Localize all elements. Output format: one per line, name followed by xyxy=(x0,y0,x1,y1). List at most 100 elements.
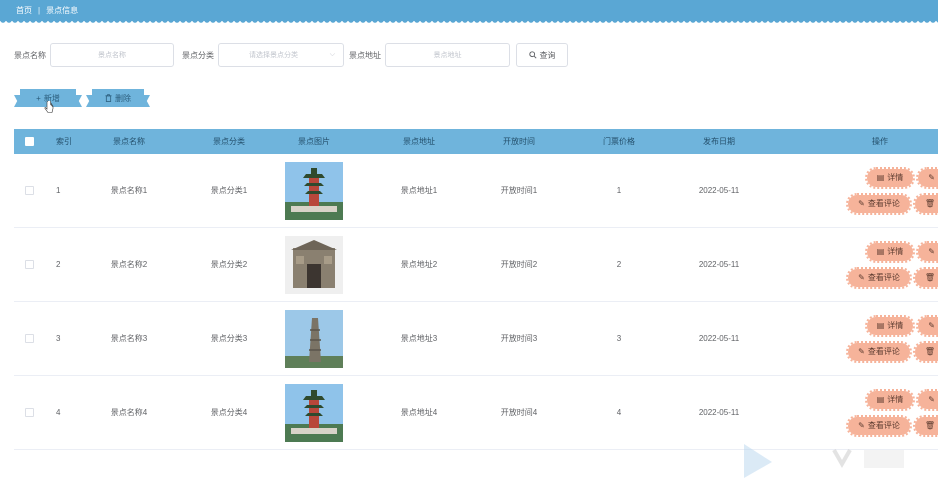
detail-button[interactable]: ▤ 详情 xyxy=(864,166,916,189)
cell-date: 2022-05-11 xyxy=(698,260,740,269)
cell-ops: ▤详情 ✎修改 ✎查看评论 🗑删除 xyxy=(754,314,938,363)
select-all-checkbox[interactable] xyxy=(14,137,44,146)
cell-open-time: 开放时间1 xyxy=(500,186,538,195)
pencil-icon: ✎ xyxy=(858,347,865,356)
row-checkbox[interactable] xyxy=(14,408,44,417)
row-checkbox[interactable] xyxy=(14,186,44,195)
cell-open-time: 开放时间4 xyxy=(500,408,538,417)
trash-icon: 🗑 xyxy=(924,421,935,430)
category-placeholder: 请选择景点分类 xyxy=(249,52,298,59)
header-open-time: 开放时间 xyxy=(503,137,535,146)
row-delete-button[interactable]: 🗑删除 xyxy=(912,340,938,363)
name-input[interactable]: 景点名称 xyxy=(50,43,174,67)
document-icon: ▤ xyxy=(876,395,885,404)
cell-price: 3 xyxy=(616,334,622,343)
cell-address: 景点地址1 xyxy=(400,186,438,195)
row-delete-button[interactable]: 🗑删除 xyxy=(912,414,938,437)
trash-icon: 🗑 xyxy=(924,199,935,208)
cell-index: 3 xyxy=(56,334,61,343)
stone-tower-photo-icon[interactable] xyxy=(285,309,343,368)
name-placeholder: 景点名称 xyxy=(98,52,126,59)
detail-button[interactable]: ▤ 详情 xyxy=(864,314,916,337)
search-icon xyxy=(528,51,537,59)
table-row: 2 景点名称2 景点分类2 景点地址2 开放时间2 2 2022-05-11 ▤… xyxy=(14,228,938,302)
document-icon: ▤ xyxy=(876,173,885,182)
review-label: 查看评论 xyxy=(867,199,900,208)
query-button[interactable]: 查询 xyxy=(516,43,568,67)
detail-button[interactable]: ▤ 详情 xyxy=(864,240,916,263)
header-index: 索引 xyxy=(56,137,72,146)
header-ops: 操作 xyxy=(872,137,888,146)
plus-icon: + xyxy=(36,93,41,103)
header-category: 景点分类 xyxy=(213,137,245,146)
cell-category: 景点分类2 xyxy=(210,260,248,269)
document-icon: ▤ xyxy=(876,247,885,256)
row-delete-button[interactable]: 🗑删除 xyxy=(912,266,938,289)
cell-address: 景点地址2 xyxy=(400,260,438,269)
cell-price: 2 xyxy=(616,260,622,269)
view-reviews-button[interactable]: ✎ 查看评论 xyxy=(846,414,912,437)
category-label: 景点分类 xyxy=(182,50,214,60)
edit-button[interactable]: ✎修改 xyxy=(916,388,938,411)
cell-image xyxy=(274,235,354,294)
header-image: 景点图片 xyxy=(298,137,330,146)
pencil-icon: ✎ xyxy=(858,421,865,430)
detail-label: 详情 xyxy=(887,247,904,256)
edit-button[interactable]: ✎修改 xyxy=(916,240,938,263)
header-name: 景点名称 xyxy=(113,137,145,146)
review-label: 查看评论 xyxy=(867,421,900,430)
row-checkbox[interactable] xyxy=(14,334,44,343)
cell-date: 2022-05-11 xyxy=(698,334,740,343)
edit-button[interactable]: ✎修改 xyxy=(916,314,938,337)
pencil-icon: ✎ xyxy=(928,173,935,182)
trash-icon: 🗑 xyxy=(924,273,935,282)
cell-date: 2022-05-11 xyxy=(698,186,740,195)
cell-date: 2022-05-11 xyxy=(698,408,740,417)
cell-ops: ▤详情 ✎修改 ✎查看评论 🗑删除 xyxy=(754,240,938,289)
detail-label: 详情 xyxy=(887,395,904,404)
cell-open-time: 开放时间2 xyxy=(500,260,538,269)
cell-price: 4 xyxy=(616,408,622,417)
query-label: 查询 xyxy=(539,50,556,60)
table-row: 3 景点名称3 景点分类3 景点地址3 开放时间3 3 2022-05-11 ▤… xyxy=(14,302,938,376)
pagoda-photo-icon[interactable] xyxy=(285,161,343,220)
view-reviews-button[interactable]: ✎ 查看评论 xyxy=(846,192,912,215)
pencil-icon: ✎ xyxy=(858,273,865,282)
cell-price: 1 xyxy=(616,186,622,195)
hand-cursor-icon xyxy=(44,101,54,113)
cell-address: 景点地址3 xyxy=(400,334,438,343)
delete-button[interactable]: 删除 xyxy=(92,89,144,107)
edit-button[interactable]: ✎修改 xyxy=(916,166,938,189)
pencil-icon: ✎ xyxy=(928,321,935,330)
address-input[interactable]: 景点地址 xyxy=(385,43,510,67)
cell-name: 景点名称1 xyxy=(110,186,148,195)
breadcrumb-home[interactable]: 首页 xyxy=(16,5,32,16)
category-select[interactable]: 请选择景点分类 ⌵ xyxy=(218,43,344,67)
pagoda-photo-icon[interactable] xyxy=(285,383,343,442)
table-row: 1 景点名称1 景点分类1 景点地址1 开放时间1 1 2022-05-11 ▤… xyxy=(14,154,938,228)
cell-ops: ▤详情 ✎修改 ✎查看评论 🗑删除 xyxy=(754,166,938,215)
stone-gate-photo-icon[interactable] xyxy=(285,235,343,294)
cell-category: 景点分类4 xyxy=(210,408,248,417)
pencil-icon: ✎ xyxy=(928,247,935,256)
detail-label: 详情 xyxy=(887,173,904,182)
header-date: 发布日期 xyxy=(703,137,735,146)
row-delete-button[interactable]: 🗑删除 xyxy=(912,192,938,215)
cell-ops: ▤详情 ✎修改 ✎查看评论 🗑删除 xyxy=(754,388,938,437)
watermark-logo-icon xyxy=(744,444,904,478)
header-price: 门票价格 xyxy=(603,137,635,146)
view-reviews-button[interactable]: ✎ 查看评论 xyxy=(846,266,912,289)
row-checkbox[interactable] xyxy=(14,260,44,269)
breadcrumb-separator: | xyxy=(38,6,41,15)
header-address: 景点地址 xyxy=(403,137,435,146)
detail-button[interactable]: ▤ 详情 xyxy=(864,388,916,411)
cell-open-time: 开放时间3 xyxy=(500,334,538,343)
cell-name: 景点名称4 xyxy=(110,408,148,417)
breadcrumb-current: 景点信息 xyxy=(46,6,79,15)
cell-name: 景点名称3 xyxy=(110,334,148,343)
view-reviews-button[interactable]: ✎ 查看评论 xyxy=(846,340,912,363)
breadcrumb: 首页 | 景点信息 xyxy=(0,0,938,24)
review-label: 查看评论 xyxy=(867,347,900,356)
scenic-table: 索引 景点名称 景点分类 景点图片 景点地址 开放时间 门票价格 发布日期 操作… xyxy=(14,129,938,450)
name-label: 景点名称 xyxy=(14,50,46,60)
